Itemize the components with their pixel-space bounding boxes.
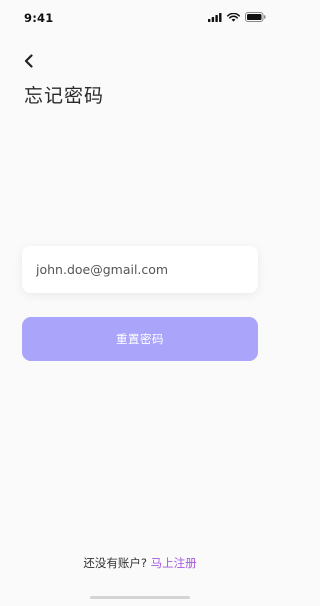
page-title: 忘记密码 — [24, 85, 105, 107]
signal-icon — [208, 12, 222, 22]
chevron-left-icon — [24, 54, 33, 68]
battery-icon — [245, 12, 266, 22]
signup-prompt-text: 还没有账户? — [83, 556, 147, 570]
signup-link[interactable]: 马上注册 — [151, 556, 197, 570]
reset-password-button[interactable]: 重置密码 — [22, 317, 258, 361]
forgot-password-screen: 9:41 忘记密码 重置密 — [0, 0, 280, 606]
signup-prompt-row: 还没有账户? 马上注册 — [0, 555, 280, 571]
status-icons — [208, 12, 266, 22]
status-bar: 9:41 — [0, 0, 280, 34]
status-time: 9:41 — [24, 11, 54, 25]
home-indicator — [90, 596, 190, 599]
email-input[interactable] — [36, 262, 244, 277]
back-button[interactable] — [20, 52, 38, 70]
email-field[interactable] — [22, 246, 258, 293]
wifi-icon — [227, 12, 240, 22]
